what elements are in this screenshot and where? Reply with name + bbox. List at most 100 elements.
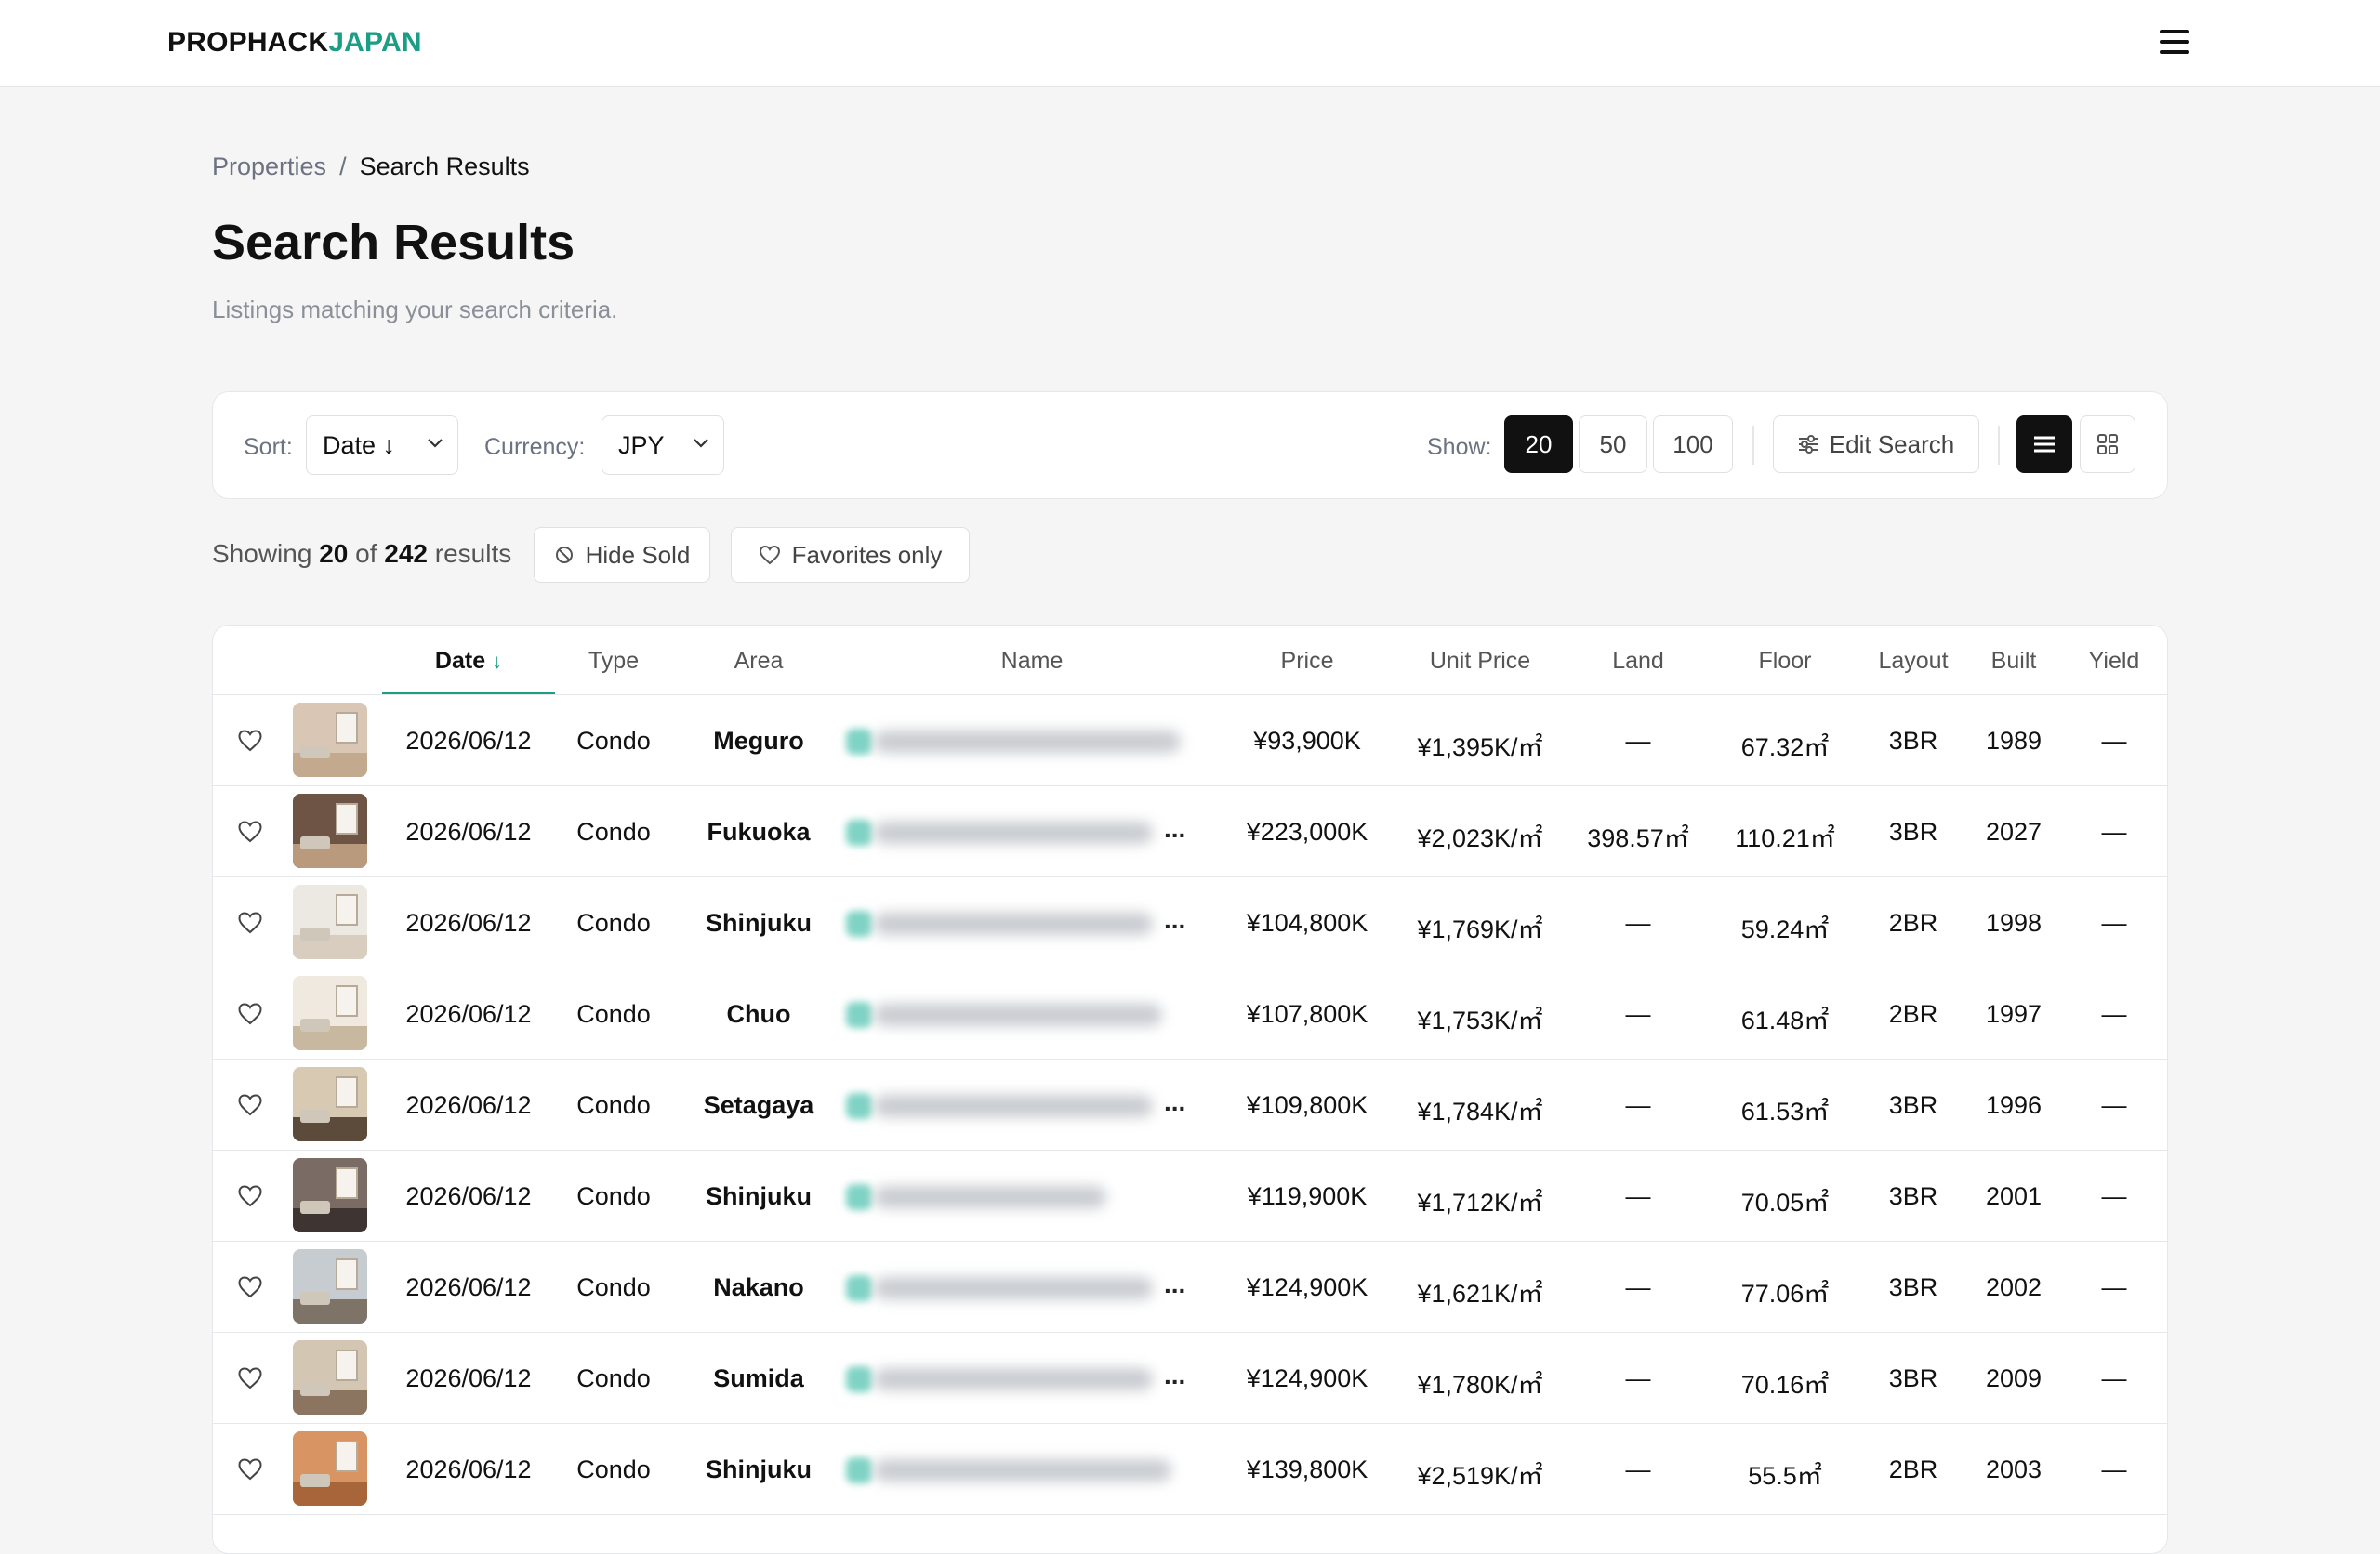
page-subtitle: Listings matching your search criteria.: [212, 296, 618, 323]
cell-layout: 2BR: [1888, 909, 1938, 937]
column-header-date[interactable]: Date ↓: [435, 648, 502, 675]
property-thumbnail[interactable]: [293, 1431, 367, 1506]
logo[interactable]: PROPHACKJAPAN: [167, 27, 422, 59]
column-header-unit-price[interactable]: Unit Price: [1430, 648, 1530, 675]
arrow-down-icon: ↓: [492, 650, 503, 673]
summary-of: of: [355, 539, 377, 568]
table-row[interactable]: 2026/06/12 Condo Sumida ¥124,900K ¥1,780K/㎡ —…: [213, 1333, 2167, 1424]
favorites-only-button[interactable]: Favorites only: [731, 527, 970, 583]
property-thumbnail[interactable]: [293, 1158, 367, 1232]
sort-select[interactable]: Date ↓: [306, 415, 458, 475]
property-thumbnail[interactable]: [293, 703, 367, 777]
property-thumbnail[interactable]: [293, 976, 367, 1050]
table-row[interactable]: 2026/06/12 Condo Fukuoka ¥223,000K ¥2,023K/㎡…: [213, 786, 2167, 877]
column-header-area[interactable]: Area: [734, 648, 784, 675]
cell-layout: 2BR: [1888, 1000, 1938, 1028]
column-header-land[interactable]: Land: [1612, 648, 1664, 675]
cell-layout: 3BR: [1888, 727, 1938, 755]
favorite-heart-icon[interactable]: [237, 1457, 263, 1482]
column-header-yield[interactable]: Yield: [2089, 648, 2140, 675]
property-thumbnail[interactable]: [293, 1067, 367, 1141]
show-50-button[interactable]: 50: [1579, 415, 1647, 473]
cell-floor: 77.06㎡: [1740, 1280, 1830, 1308]
column-header-type[interactable]: Type: [588, 648, 639, 675]
table-row[interactable]: 2026/06/12 Condo Nakano ¥124,900K ¥1,621K/㎡ —…: [213, 1242, 2167, 1333]
cell-price: ¥124,900K: [1246, 1273, 1368, 1301]
hamburger-menu-icon[interactable]: [2157, 26, 2192, 58]
table-row[interactable]: 2026/06/12 Condo Meguro ¥93,900K ¥1,395K/㎡ — 6…: [213, 695, 2167, 786]
divider: [1998, 426, 2000, 465]
column-header-price[interactable]: Price: [1281, 648, 1334, 675]
table-row[interactable]: 2026/06/12 Condo Shinjuku ¥119,900K ¥1,712K/…: [213, 1151, 2167, 1242]
cell-built: 2009: [1985, 1364, 2043, 1392]
favorite-heart-icon[interactable]: [237, 729, 263, 753]
cell-built: 2027: [1985, 818, 2043, 846]
cell-date: 2026/06/12: [405, 1182, 532, 1210]
cell-built: 1989: [1985, 727, 2043, 755]
summary-shown: 20: [319, 539, 349, 568]
column-header-built[interactable]: Built: [1991, 648, 2037, 675]
name-ellipsis: ...: [1164, 905, 1186, 934]
cell-date: 2026/06/12: [405, 909, 532, 937]
currency-select-value: JPY: [618, 430, 665, 459]
cell-area: Shinjuku: [706, 909, 812, 937]
property-thumbnail[interactable]: [293, 1249, 367, 1324]
favorite-heart-icon[interactable]: [237, 1002, 263, 1026]
cell-type: Condo: [576, 1182, 651, 1210]
cell-built: 1998: [1985, 909, 2043, 937]
cell-floor: 61.48㎡: [1740, 1007, 1830, 1034]
cell-price: ¥107,800K: [1246, 1000, 1368, 1028]
favorite-heart-icon[interactable]: [237, 911, 263, 935]
column-header-layout[interactable]: Layout: [1878, 648, 1948, 675]
column-header-name[interactable]: Name: [1001, 648, 1064, 675]
cell-layout: 3BR: [1888, 1364, 1938, 1392]
grid-view-button[interactable]: [2080, 415, 2135, 473]
favorite-heart-icon[interactable]: [237, 1275, 263, 1299]
cell-type: Condo: [576, 1364, 651, 1392]
table-row[interactable]: 2026/06/12 Condo Setagaya ¥109,800K ¥1,784K/…: [213, 1060, 2167, 1151]
cell-floor: 70.16㎡: [1740, 1371, 1830, 1399]
cell-price: ¥109,800K: [1246, 1091, 1368, 1119]
grid-icon: [2097, 434, 2118, 454]
show-100-button[interactable]: 100: [1653, 415, 1733, 473]
edit-search-button[interactable]: Edit Search: [1773, 415, 1979, 473]
cell-type: Condo: [576, 1455, 651, 1483]
chevron-down-icon: [428, 439, 443, 448]
favorite-heart-icon[interactable]: [237, 1093, 263, 1117]
column-header-floor[interactable]: Floor: [1759, 648, 1812, 675]
cell-layout: 2BR: [1888, 1455, 1938, 1483]
cell-layout: 3BR: [1888, 1273, 1938, 1301]
table-row[interactable]: 2026/06/12 Condo Shinjuku ¥139,800K ¥2,519K/…: [213, 1424, 2167, 1515]
cell-unit-price: ¥1,753K/㎡: [1417, 1007, 1543, 1034]
cell-land: —: [1625, 1273, 1651, 1301]
table-row[interactable]: 2026/06/12 Condo Chuo ¥107,800K ¥1,753K/㎡ — 61…: [213, 968, 2167, 1060]
results-table: Date ↓ Type Area Name Price Unit Price L…: [212, 625, 2168, 1554]
property-thumbnail[interactable]: [293, 885, 367, 959]
favorite-heart-icon[interactable]: [237, 820, 263, 844]
cell-layout: 3BR: [1888, 818, 1938, 846]
show-20-button[interactable]: 20: [1504, 415, 1573, 473]
cell-unit-price: ¥2,519K/㎡: [1417, 1462, 1543, 1490]
cell-unit-price: ¥1,769K/㎡: [1417, 915, 1543, 943]
currency-select[interactable]: JPY: [602, 415, 724, 475]
property-thumbnail[interactable]: [293, 794, 367, 868]
property-thumbnail[interactable]: [293, 1340, 367, 1415]
cell-unit-price: ¥1,780K/㎡: [1417, 1371, 1543, 1399]
table-row[interactable]: 2026/06/12 Condo Shinjuku ¥104,800K ¥1,769K/…: [213, 877, 2167, 968]
hide-sold-button[interactable]: Hide Sold: [534, 527, 710, 583]
cell-land: —: [1625, 1091, 1651, 1119]
summary-total: 242: [384, 539, 428, 568]
breadcrumb: Properties / Search Results: [212, 152, 530, 181]
cell-yield: —: [2101, 818, 2127, 846]
logo-part-1: PROPHACK: [167, 27, 329, 58]
cell-area: Fukuoka: [707, 818, 811, 846]
list-view-button[interactable]: [2016, 415, 2072, 473]
cell-yield: —: [2101, 1182, 2127, 1210]
favorite-heart-icon[interactable]: [237, 1184, 263, 1208]
summary-suffix: results: [434, 539, 512, 568]
favorite-heart-icon[interactable]: [237, 1366, 263, 1390]
cell-layout: 3BR: [1888, 1182, 1938, 1210]
breadcrumb-properties[interactable]: Properties: [212, 152, 326, 181]
cell-land: —: [1625, 1000, 1651, 1028]
cell-land: 398.57㎡: [1587, 824, 1689, 852]
